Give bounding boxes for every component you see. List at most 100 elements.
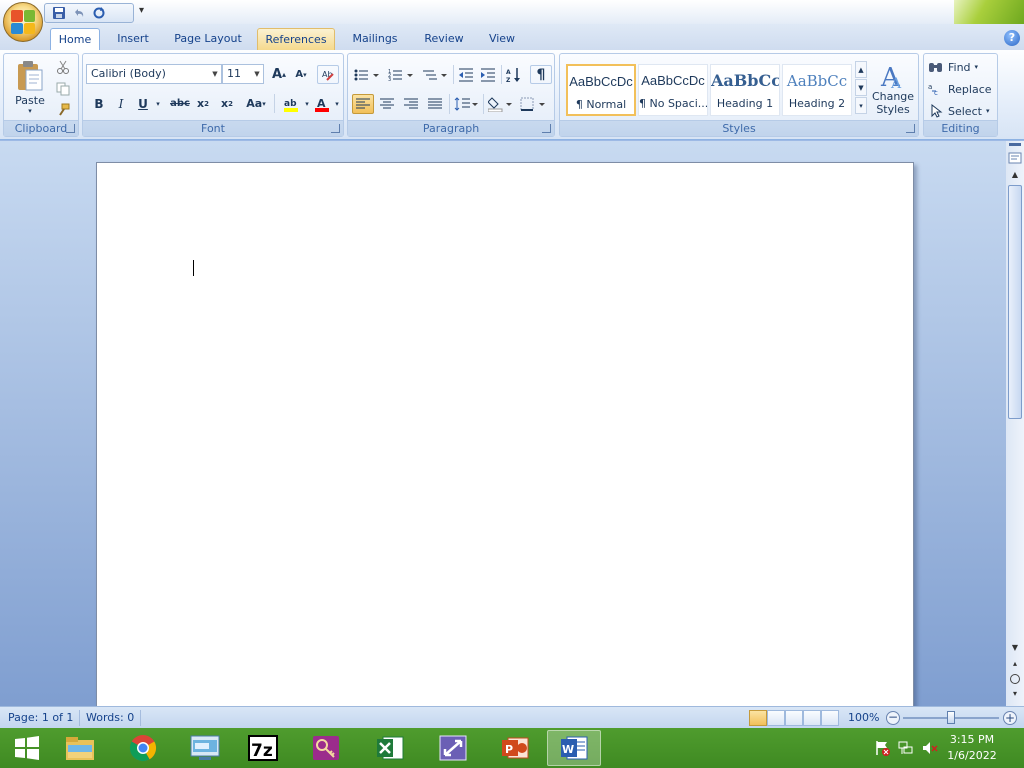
style-no-spacing[interactable]: AaBbCcDc ¶ No Spaci... [638, 64, 708, 116]
font-color-icon[interactable]: A [311, 94, 333, 113]
system-clock[interactable]: 3:15 PM 1/6/2022 [942, 732, 1002, 764]
shading-icon[interactable] [486, 94, 514, 114]
copy-icon[interactable] [54, 80, 72, 98]
italic-icon[interactable]: I [111, 94, 131, 113]
font-size-combo[interactable]: 11 ▼ [222, 64, 264, 84]
sort-icon[interactable]: AZ [504, 65, 524, 84]
chrome-icon[interactable] [116, 730, 170, 766]
highlight-dropdown-icon[interactable]: ▾ [303, 94, 311, 113]
scrollbar-thumb[interactable] [1008, 185, 1022, 419]
grow-font-icon[interactable]: A ▴ [269, 65, 289, 84]
ruler-toggle-icon[interactable] [1008, 151, 1022, 165]
tab-references[interactable]: References [257, 28, 335, 50]
tab-insert[interactable]: Insert [108, 28, 158, 50]
full-screen-reading-icon[interactable] [767, 710, 785, 726]
paste-button[interactable]: Paste ▾ [8, 56, 52, 118]
format-painter-icon[interactable] [54, 101, 72, 119]
select-button[interactable]: Select ▾ [928, 102, 994, 120]
multilevel-list-icon[interactable] [420, 65, 450, 84]
styles-scroll-down-icon[interactable]: ▼ [855, 79, 867, 96]
borders-icon[interactable] [518, 94, 548, 114]
chevron-down-icon[interactable]: ▼ [251, 65, 263, 83]
excel-icon[interactable] [363, 730, 417, 766]
help-icon[interactable]: ? [1004, 30, 1020, 46]
superscript-icon[interactable]: x2 [217, 94, 237, 113]
shrink-font-icon[interactable]: A ▾ [291, 65, 311, 84]
previous-page-icon[interactable]: ▴ [1010, 659, 1020, 669]
word-icon[interactable]: W [547, 730, 601, 766]
bullets-icon[interactable] [352, 65, 382, 84]
style-heading-2[interactable]: AaBbCc Heading 2 [782, 64, 852, 116]
replace-button[interactable]: ac Replace [928, 80, 998, 98]
replace-icon: ac [928, 83, 938, 96]
align-right-icon[interactable] [400, 94, 422, 114]
zoom-out-icon[interactable]: − [886, 711, 900, 725]
split-bar-icon[interactable] [1009, 143, 1021, 146]
paragraph-dialog-launcher[interactable] [542, 124, 551, 133]
decrease-indent-icon[interactable] [456, 65, 476, 84]
office-button[interactable] [3, 2, 43, 42]
tab-page-layout[interactable]: Page Layout [168, 28, 248, 50]
windows-start-icon[interactable] [0, 730, 54, 766]
remote-desktop-icon[interactable] [178, 730, 232, 766]
volume-muted-icon[interactable] [922, 740, 938, 756]
zoom-slider-thumb[interactable] [947, 711, 955, 724]
powerpoint-icon[interactable]: P [488, 730, 542, 766]
action-center-flag-icon[interactable] [874, 740, 890, 756]
next-page-icon[interactable]: ▾ [1010, 689, 1020, 699]
numbering-icon[interactable]: 123 [386, 65, 416, 84]
page-count[interactable]: Page: 1 of 1 [2, 710, 81, 726]
align-left-icon[interactable] [352, 94, 374, 114]
styles-more-icon[interactable]: ▾ [855, 97, 867, 114]
tab-review[interactable]: Review [417, 28, 471, 50]
clipboard-dialog-launcher[interactable] [66, 124, 75, 133]
web-layout-icon[interactable] [785, 710, 803, 726]
tab-mailings[interactable]: Mailings [343, 28, 407, 50]
change-styles-button[interactable]: AA Change Styles [870, 58, 916, 120]
style-normal[interactable]: AaBbCcDc ¶ Normal [566, 64, 636, 116]
underline-icon[interactable]: U [133, 94, 153, 113]
find-button[interactable]: Find ▾ [928, 58, 994, 76]
scroll-up-icon[interactable]: ▲ [1010, 170, 1020, 180]
undo-icon[interactable] [71, 5, 87, 21]
redo-icon[interactable] [91, 5, 107, 21]
zoom-in-icon[interactable]: + [1003, 711, 1017, 725]
clear-formatting-icon[interactable]: Ab [317, 65, 339, 84]
keypass-icon[interactable] [299, 730, 353, 766]
underline-dropdown-icon[interactable]: ▾ [153, 94, 163, 113]
scroll-down-icon[interactable]: ▼ [1010, 643, 1020, 653]
change-case-icon[interactable]: Aa ▾ [241, 94, 271, 113]
bold-icon[interactable]: B [89, 94, 109, 113]
tab-home[interactable]: Home [50, 28, 100, 50]
outline-view-icon[interactable] [803, 710, 821, 726]
increase-indent-icon[interactable] [478, 65, 498, 84]
7zip-icon[interactable]: 7z [236, 730, 290, 766]
network-icon[interactable] [898, 740, 914, 756]
font-color-dropdown-icon[interactable]: ▾ [333, 94, 341, 113]
subscript-icon[interactable]: x2 [193, 94, 213, 113]
style-heading-1[interactable]: AaBbCc Heading 1 [710, 64, 780, 116]
strikethrough-icon[interactable]: abc [169, 94, 191, 113]
browse-object-icon[interactable] [1010, 674, 1020, 684]
styles-dialog-launcher[interactable] [906, 124, 915, 133]
cut-icon[interactable] [54, 58, 72, 76]
justify-icon[interactable] [424, 94, 446, 114]
font-name-combo[interactable]: Calibri (Body) ▼ [86, 64, 222, 84]
zoom-level[interactable]: 100% [848, 710, 879, 726]
resize-tool-icon[interactable] [426, 730, 480, 766]
line-spacing-icon[interactable] [452, 94, 480, 114]
draft-view-icon[interactable] [821, 710, 839, 726]
file-explorer-icon[interactable] [53, 730, 107, 766]
font-dialog-launcher[interactable] [331, 124, 340, 133]
chevron-down-icon[interactable]: ▼ [209, 65, 221, 83]
document-page[interactable] [96, 162, 914, 722]
text-highlight-icon[interactable]: ab [277, 94, 305, 113]
print-layout-icon[interactable] [749, 710, 767, 726]
save-icon[interactable] [51, 5, 67, 21]
styles-scroll-up-icon[interactable]: ▲ [855, 61, 867, 78]
align-center-icon[interactable] [376, 94, 398, 114]
word-count[interactable]: Words: 0 [80, 710, 142, 726]
show-formatting-marks-icon[interactable]: ¶ [530, 65, 552, 84]
customize-qat-icon[interactable]: ▾ [139, 5, 149, 19]
tab-view[interactable]: View [480, 28, 524, 50]
